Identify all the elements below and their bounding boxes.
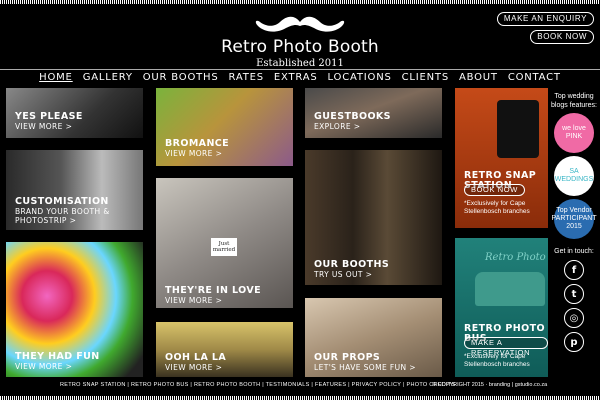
nav-contact[interactable]: CONTACT (508, 72, 561, 83)
twitter-icon[interactable]: t (564, 284, 584, 304)
nav-about[interactable]: ABOUT (459, 72, 498, 83)
brand-established: Established 2011 (256, 58, 344, 69)
just-married-sign: Just married (211, 238, 237, 256)
tile-title: OUR PROPS (314, 352, 381, 363)
snap-station-note: *Exclusively for Cape Stellenbosch branc… (464, 200, 530, 215)
mustache-icon (255, 16, 345, 32)
sidebar: Top wedding blogs features: we love PINK… (548, 88, 600, 352)
tile-title: YES PLEASE (15, 111, 83, 122)
nav-rates[interactable]: RATES (229, 72, 264, 83)
tile-link[interactable]: VIEW MORE > (165, 364, 222, 372)
tile-title: GUESTBOOKS (314, 111, 391, 122)
get-in-touch-label: Get in touch: (554, 248, 594, 255)
tile-our-props[interactable]: OUR PROPS LET'S HAVE SOME FUN > (305, 298, 442, 377)
tile-ooh-la-la[interactable]: OOH LA LA VIEW MORE > (156, 322, 293, 377)
tile-guestbooks[interactable]: GUESTBOOKS EXPLORE > (305, 88, 442, 138)
nav-locations[interactable]: LOCATIONS (328, 72, 392, 83)
tile-theyre-in-love[interactable]: Just married THEY'RE IN LOVE VIEW MORE > (156, 178, 293, 308)
footer-copyright: © COPYRIGHT 2015 · branding | gstudio.co… (432, 382, 548, 388)
tile-customisation[interactable]: CUSTOMISATION BRAND YOUR BOOTH & PHOTOST… (6, 150, 143, 230)
tile-link[interactable]: EXPLORE > (314, 123, 360, 131)
footer-links[interactable]: RETRO SNAP STATION | RETRO PHOTO BUS | R… (60, 382, 456, 388)
main-nav: HOME GALLERY OUR BOOTHS RATES EXTRAS LOC… (0, 72, 600, 83)
tile-link[interactable]: VIEW MORE > (15, 363, 72, 371)
tile-link[interactable]: VIEW MORE > (165, 297, 222, 305)
bottom-stripe-border (0, 396, 600, 400)
bus-image (475, 272, 545, 306)
facebook-icon[interactable]: f (564, 260, 584, 280)
tile-retro-snap-station[interactable]: RETRO SNAP STATION BOOK NOW *Exclusively… (455, 88, 548, 228)
pinterest-icon[interactable]: p (564, 332, 584, 352)
top-vendor-badge[interactable]: Top Vendor PARTICIPANT 2015 (552, 199, 597, 239)
make-reservation-button[interactable]: MAKE A RESERVATION (464, 337, 548, 357)
tile-title: BROMANCE (165, 138, 230, 149)
nav-extras[interactable]: EXTRAS (274, 72, 318, 83)
tile-link[interactable]: VIEW MORE > (165, 150, 222, 158)
snap-station-book-button[interactable]: BOOK NOW (464, 184, 525, 196)
nav-our-booths[interactable]: OUR BOOTHS (143, 72, 219, 83)
bus-script-text: Retro Photo (485, 252, 546, 263)
header-divider (0, 69, 600, 70)
snap-station-booth-image (497, 100, 539, 158)
tile-retro-photo-bus[interactable]: Retro Photo RETRO PHOTO BUS MAKE A RESER… (455, 238, 548, 377)
tile-title: OOH LA LA (165, 352, 227, 363)
brand-title: Retro Photo Booth (221, 37, 379, 57)
book-now-button[interactable]: BOOK NOW (530, 30, 594, 44)
tile-title: THEY'RE IN LOVE (165, 285, 261, 296)
site-logo[interactable]: Retro Photo Booth Established 2011 (200, 14, 400, 69)
tile-title: OUR BOOTHS (314, 259, 390, 270)
tile-our-booths[interactable]: OUR BOOTHS TRY US OUT > (305, 150, 442, 285)
tile-title: CUSTOMISATION (15, 196, 109, 207)
nav-clients[interactable]: CLIENTS (402, 72, 449, 83)
top-stripe-border (0, 0, 600, 4)
tile-subtitle: BRAND YOUR BOOTH & (15, 207, 110, 216)
tile-link[interactable]: TRY US OUT > (314, 271, 372, 279)
sa-weddings-badge[interactable]: SA WEDDINGS (554, 156, 594, 196)
nav-home[interactable]: HOME (39, 72, 73, 83)
tile-link[interactable]: VIEW MORE > (15, 123, 72, 131)
nav-gallery[interactable]: GALLERY (83, 72, 133, 83)
top-blogs-label: Top wedding blogs features: (551, 93, 597, 109)
make-enquiry-button[interactable]: MAKE AN ENQUIRY (496, 12, 594, 26)
tile-link[interactable]: LET'S HAVE SOME FUN > (314, 364, 416, 372)
we-love-pink-badge[interactable]: we love PINK (554, 113, 594, 153)
tile-yes-please[interactable]: YES PLEASE VIEW MORE > (6, 88, 143, 138)
tile-they-had-fun[interactable]: THEY HAD FUN VIEW MORE > (6, 242, 143, 377)
tile-title: THEY HAD FUN (15, 351, 100, 362)
instagram-icon[interactable]: ◎ (564, 308, 584, 328)
tile-link[interactable]: PHOTOSTRIP > (15, 217, 76, 225)
photo-bus-note: *Exclusively for Cape Stellenbosch branc… (464, 353, 530, 368)
tile-bromance[interactable]: BROMANCE VIEW MORE > (156, 88, 293, 166)
